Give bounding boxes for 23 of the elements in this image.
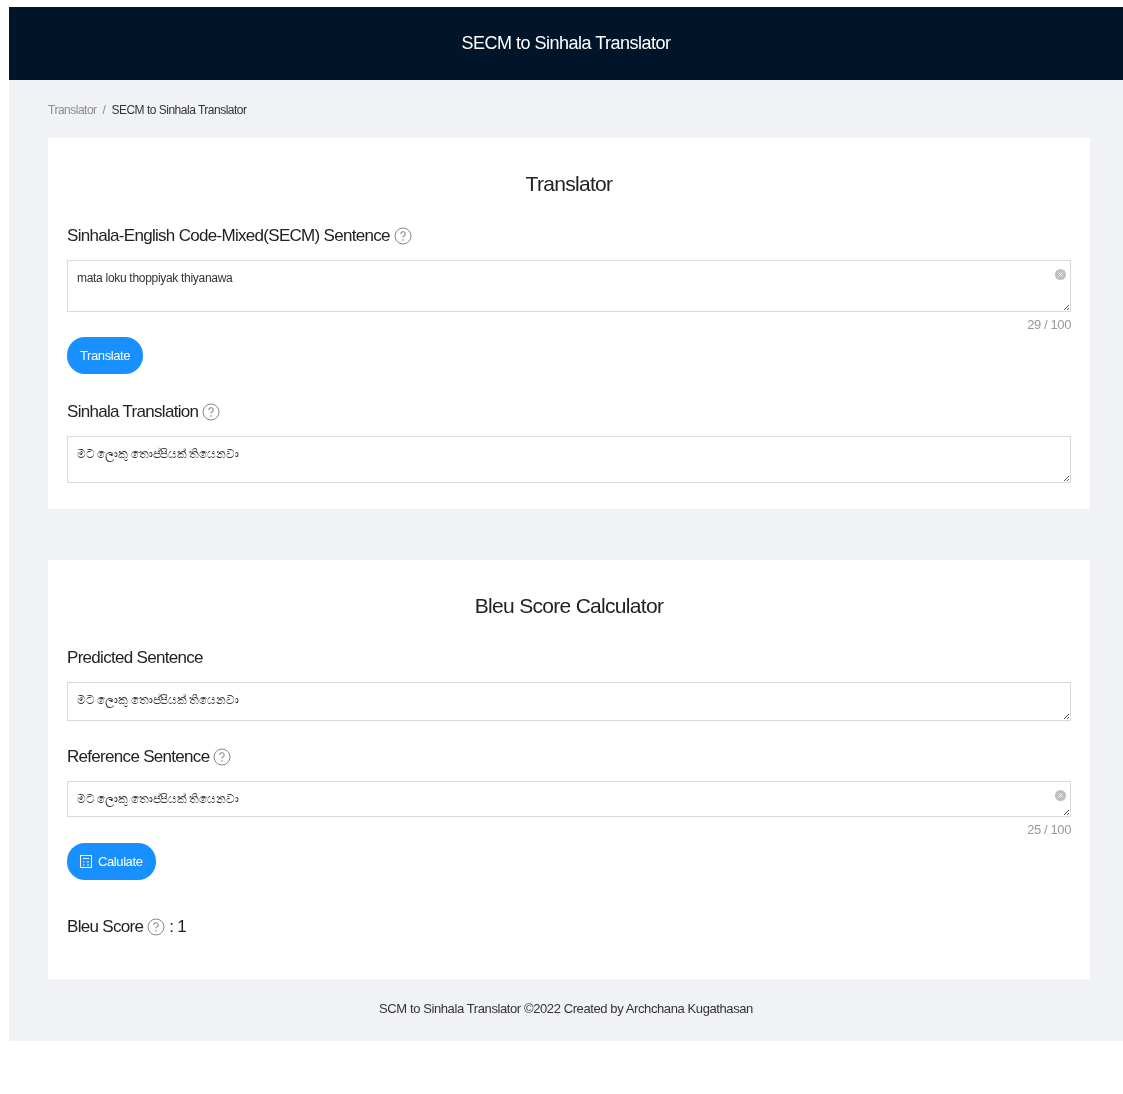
breadcrumb-current: SECM to Sinhala Translator: [111, 103, 247, 117]
resize-grip-icon[interactable]: [1062, 303, 1070, 311]
field-label: Reference Sentence: [67, 747, 210, 767]
text-area[interactable]: මට ලොකු තොප්පියක් තියෙනවා: [67, 682, 1071, 721]
result-label: Bleu Score: [67, 917, 144, 937]
result-value: : 1: [169, 917, 186, 937]
calculator-icon: [80, 855, 92, 868]
resize-grip-icon[interactable]: [1062, 712, 1070, 720]
card-title: Bleu Score Calculator: [473, 594, 665, 618]
character-count: 25 / 100: [1027, 822, 1071, 837]
resize-grip-icon[interactable]: [1062, 808, 1070, 816]
field-label: Sinhala-English Code-Mixed(SECM) Sentence: [67, 226, 390, 246]
text-area[interactable]: mata loku thoppiyak thiyanawa: [67, 260, 1071, 312]
resize-grip-icon[interactable]: [1062, 474, 1070, 482]
breadcrumb-separator: /: [102, 103, 106, 117]
text-area[interactable]: මට ලොකු තොප්පියක් තියෙනවා: [67, 436, 1071, 483]
field-label: Sinhala Translation: [67, 402, 199, 422]
page-title: SECM to Sinhala Translator: [461, 33, 671, 54]
text-area[interactable]: මට ලොකු තොප්පියක් තියෙනවා: [67, 781, 1071, 817]
card-title: Translator: [524, 172, 614, 196]
footer-text: SCM to Sinhala Translator ©2022 Created by Archchana Kugathasan: [378, 1000, 754, 1018]
character-count: 29 / 100: [1027, 317, 1071, 332]
field-label: Predicted Sentence: [67, 648, 203, 668]
